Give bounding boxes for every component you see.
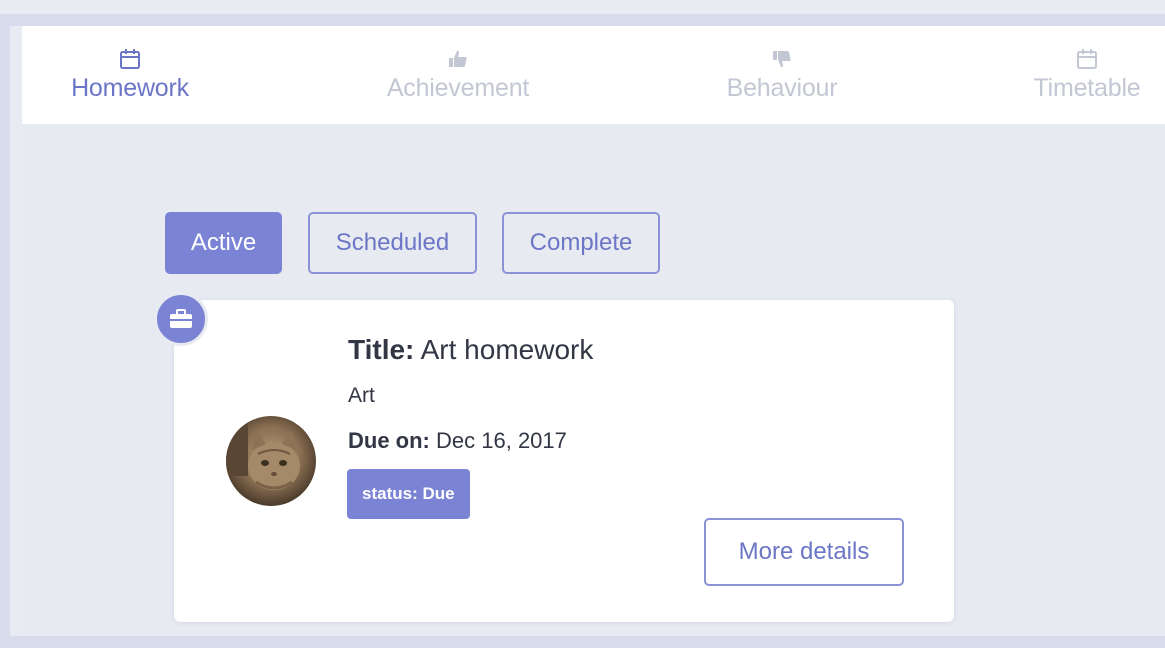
thumbs-up-icon — [449, 50, 467, 67]
window-frame-left — [0, 14, 10, 648]
homework-subject: Art — [348, 384, 375, 407]
calendar-icon — [120, 49, 140, 69]
tab-achievement[interactable]: Achievement — [358, 26, 558, 124]
calendar-icon — [1077, 49, 1097, 69]
tab-homework[interactable]: Homework — [30, 26, 230, 124]
tab-timetable[interactable]: Timetable — [987, 26, 1165, 124]
thumbs-down-icon — [773, 51, 791, 68]
briefcase-icon — [170, 309, 192, 328]
title-label: Title: — [348, 334, 415, 365]
avatar-image — [226, 416, 316, 506]
tab-label: Achievement — [386, 74, 530, 102]
homework-title: Title: Art homework — [348, 334, 593, 366]
tab-label: Behaviour — [726, 74, 838, 102]
briefcase-badge — [154, 292, 208, 346]
title-value: Art homework — [420, 334, 594, 365]
filter-scheduled-button[interactable]: Scheduled — [308, 212, 477, 274]
due-label: Due on: — [348, 428, 430, 453]
filter-complete-button[interactable]: Complete — [502, 212, 660, 274]
more-details-button[interactable]: More details — [704, 518, 904, 586]
tab-bar: Homework Achievement Behaviour Timetable — [22, 26, 1165, 124]
filter-active-button[interactable]: Active — [165, 212, 282, 274]
homework-card: Title: Art homework Art Due on: Dec 16, … — [174, 300, 954, 622]
status-badge: status: Due — [347, 469, 470, 519]
window-frame — [0, 14, 1165, 26]
window-top-strip — [0, 0, 1165, 14]
tab-label: Timetable — [1033, 74, 1141, 102]
tab-behaviour[interactable]: Behaviour — [682, 26, 882, 124]
cat-avatar — [226, 416, 316, 506]
main-content: Homework Achievement Behaviour Timetable… — [22, 26, 1165, 636]
window-frame-bottom — [0, 636, 1165, 648]
tab-label: Homework — [71, 74, 189, 102]
homework-due-date: Due on: Dec 16, 2017 — [348, 428, 567, 454]
due-value: Dec 16, 2017 — [436, 428, 567, 453]
